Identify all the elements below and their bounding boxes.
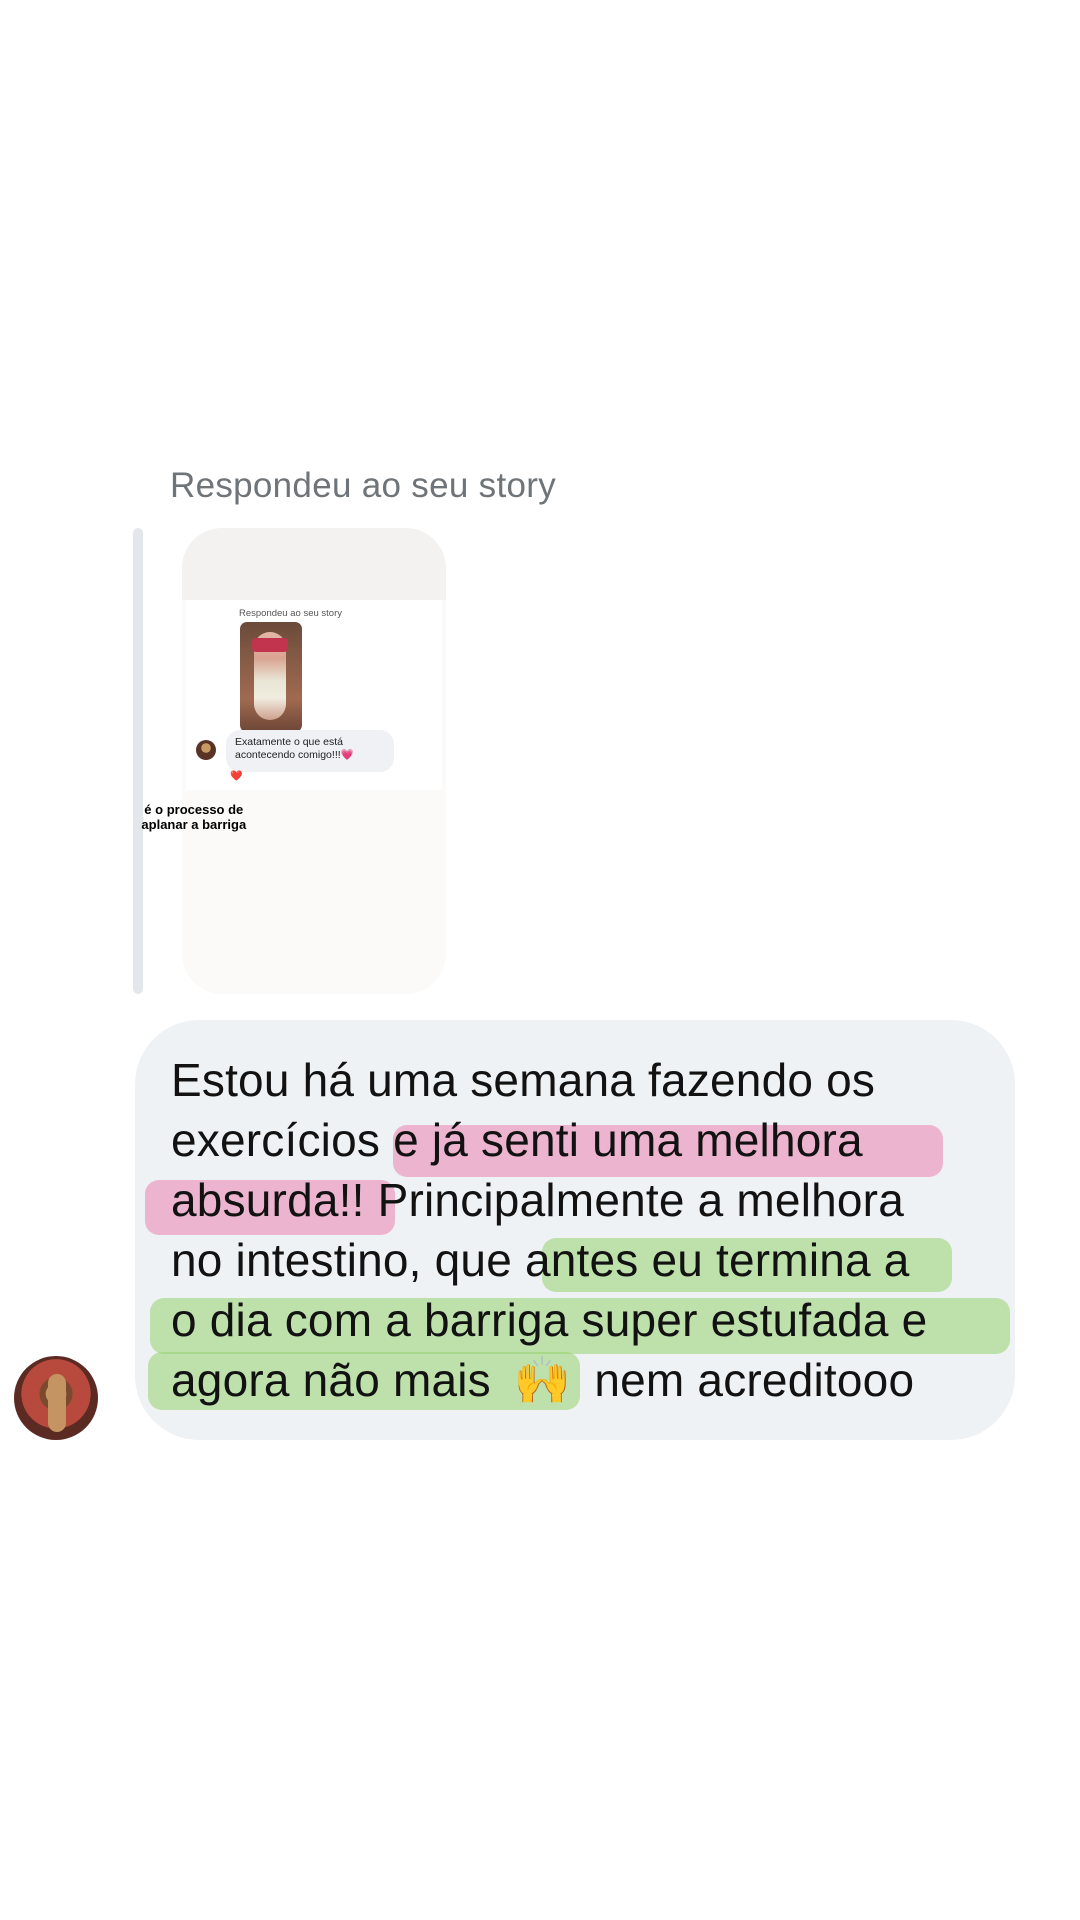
- reply-caption: Respondeu ao seu story: [170, 466, 557, 505]
- story-mini-photo: [240, 622, 302, 732]
- message-text-highlighted: agora não mais: [171, 1354, 491, 1406]
- message-text-highlighted: absurda!!: [171, 1174, 365, 1226]
- message-line: Estou há uma semana fazendo os: [171, 1050, 875, 1110]
- story-mini-avatar: [196, 740, 216, 760]
- story-mini-message: Exatamente o que está acontecendo comigo…: [226, 730, 394, 772]
- message-text-highlighted: antes eu termina a: [524, 1234, 910, 1286]
- story-overlay-line: aplanar a barriga: [141, 817, 247, 832]
- story-mini-caption: Respondeu ao seu story: [239, 608, 342, 619]
- message-text-highlighted: o dia com a barriga super estufada e: [171, 1294, 928, 1346]
- story-overlay-line: é o processo de: [144, 802, 244, 817]
- message-text: Estou há uma semana fazendo os: [171, 1054, 876, 1106]
- message-text: no intestino, que: [171, 1234, 525, 1286]
- message-text: nem acreditooo: [594, 1354, 915, 1406]
- message-text-highlighted: e já senti uma melhora: [393, 1114, 863, 1166]
- heart-icon: ❤️: [230, 771, 243, 782]
- story-screenshot: Respondeu ao seu story Exatamente o que …: [186, 600, 442, 790]
- message-line: agora não mais 🙌 nem acreditooo: [171, 1350, 914, 1410]
- sender-avatar[interactable]: [14, 1356, 98, 1440]
- message-text: Principalmente a melhora: [364, 1174, 904, 1226]
- message-line: exercícios e já senti uma melhora: [171, 1110, 863, 1170]
- raising-hands-icon: 🙌: [513, 1354, 572, 1406]
- message-line: absurda!! Principalmente a melhora: [171, 1170, 904, 1230]
- message-line: no intestino, que antes eu termina a: [171, 1230, 910, 1290]
- story-preview-card[interactable]: Respondeu ao seu story Exatamente o que …: [182, 528, 446, 994]
- message-text: exercícios: [171, 1114, 394, 1166]
- message-line: o dia com a barriga super estufada e: [171, 1290, 927, 1350]
- story-overlay-text: é o processo de aplanar a barriga: [74, 802, 314, 832]
- reply-quote-bar: [133, 528, 143, 994]
- story-top-band: [182, 528, 446, 600]
